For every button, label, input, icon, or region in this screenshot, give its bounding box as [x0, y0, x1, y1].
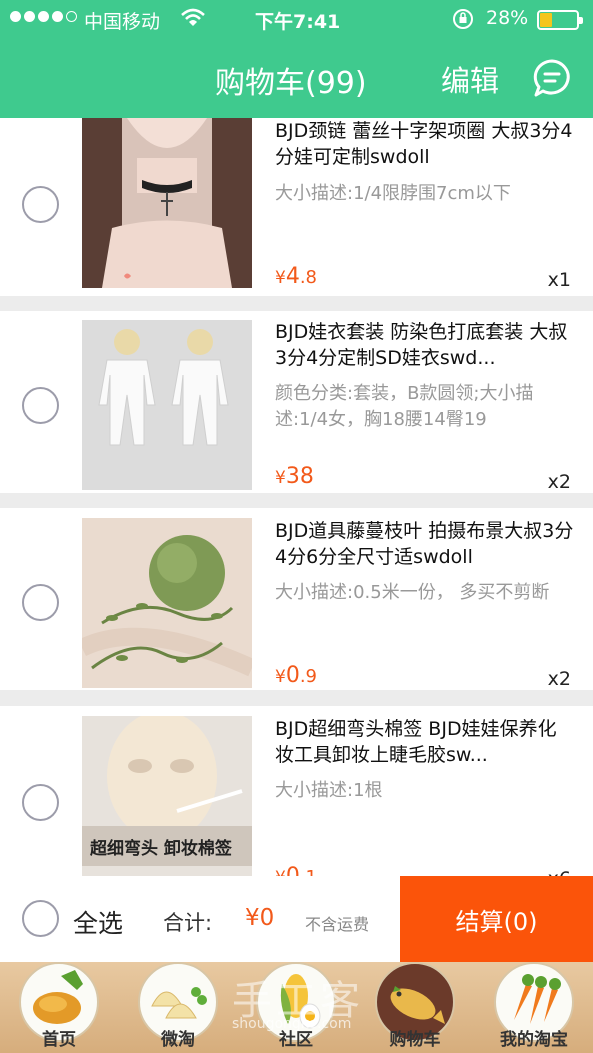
item-price: ¥0.9 [275, 663, 318, 688]
item-thumbnail[interactable] [82, 118, 252, 288]
item-price: ¥0.1 [275, 864, 317, 876]
cart-item[interactable]: 超细弯头 卸妆棉签 BJD超细弯头棉签 BJD娃娃保养化妆工具卸妆上睫毛胶sw.… [0, 706, 593, 876]
total-value: ¥0 [245, 905, 275, 931]
item-spec: 大小描述:1/4限脖围7cm以下 [275, 183, 511, 204]
item-price: ¥4.8 [275, 264, 318, 289]
top-bar: 中国移动 下午7:41 28% 购物车(99) 编辑 [0, 0, 593, 118]
rotation-lock-icon [453, 9, 473, 29]
select-all-label[interactable]: 全选 [73, 904, 123, 940]
vine-leaves-image [82, 518, 252, 688]
tab-cart[interactable]: 购物车 [356, 962, 474, 1053]
tab-label: 首页 [42, 1030, 76, 1050]
signal-strength-icon [10, 11, 77, 22]
tab-weitao[interactable]: 微淘 [119, 962, 237, 1053]
shipping-note: 不含运费 [305, 915, 370, 934]
item-spec: 大小描述:1根 [275, 780, 383, 801]
carrier-name: 中国移动 [84, 11, 161, 33]
clock: 下午7:41 [255, 11, 341, 33]
select-all-radio[interactable] [22, 900, 59, 937]
item-spec: 大小描述:0.5米一份， 多买不剪断 [275, 582, 550, 603]
item-select-radio[interactable] [22, 186, 59, 223]
status-bar: 中国移动 下午7:41 28% [0, 0, 593, 38]
item-quantity: x2 [547, 471, 571, 493]
cart-item[interactable]: BJD道具藤蔓枝叶 拍摄布景大叔3分4分6分全尺寸适swdoll 大小描述:0.… [0, 508, 593, 690]
total-label: 合计: [163, 911, 213, 935]
tab-community[interactable]: 社区 [237, 962, 355, 1053]
item-quantity: x6 [548, 868, 571, 876]
cart-item[interactable]: BJD颈链 蕾丝十字架项圈 大叔3分4分娃可定制swdoll 大小描述:1/4限… [0, 118, 593, 296]
wifi-icon [181, 8, 205, 26]
battery-percent: 28% [486, 7, 529, 29]
item-select-radio[interactable] [22, 584, 59, 621]
item-price: ¥38 [275, 464, 314, 489]
item-thumbnail[interactable] [82, 320, 252, 490]
tab-label: 社区 [279, 1030, 313, 1050]
edit-button[interactable]: 编辑 [441, 58, 499, 100]
chat-bubble-icon[interactable] [532, 58, 572, 98]
choker-doll-image [82, 118, 252, 288]
doll-outfit-image [82, 320, 252, 490]
item-title[interactable]: BJD娃衣套装 防染色打底套装 大叔3分4分定制SD娃衣swd... [275, 319, 575, 371]
checkout-button[interactable]: 结算(0) [400, 876, 593, 962]
item-title[interactable]: BJD颈链 蕾丝十字架项圈 大叔3分4分娃可定制swdoll [275, 118, 575, 170]
item-thumbnail[interactable]: 超细弯头 卸妆棉签 [82, 716, 252, 876]
tab-home[interactable]: 首页 [0, 962, 118, 1053]
checkout-bar: 全选 合计: ¥0 不含运费 结算(0) [0, 876, 593, 962]
image-caption: 超细弯头 卸妆棉签 [90, 839, 232, 859]
tab-label: 微淘 [161, 1030, 195, 1050]
item-title[interactable]: BJD道具藤蔓枝叶 拍摄布景大叔3分4分6分全尺寸适swdoll [275, 518, 575, 570]
item-select-radio[interactable] [22, 387, 59, 424]
tab-label: 购物车 [389, 1030, 441, 1050]
item-spec: 颜色分类:套装，B款圆领;大小描述:1/4女，胸18腰14臀19 [275, 383, 534, 430]
tab-my-taobao[interactable]: 我的淘宝 [475, 962, 593, 1053]
cart-item[interactable]: BJD娃衣套装 防染色打底套装 大叔3分4分定制SD娃衣swd... 颜色分类:… [0, 311, 593, 493]
item-thumbnail[interactable] [82, 518, 252, 688]
item-select-radio[interactable] [22, 784, 59, 821]
tab-bar: 首页 微淘 社区 购物车 我的淘宝 [0, 962, 593, 1053]
battery-icon [537, 10, 583, 30]
item-quantity: x1 [547, 269, 571, 291]
item-title[interactable]: BJD超细弯头棉签 BJD娃娃保养化妆工具卸妆上睫毛胶sw... [275, 716, 575, 768]
page-title: 购物车(99) [215, 66, 367, 101]
item-quantity: x2 [547, 668, 571, 690]
cart-list[interactable]: BJD颈链 蕾丝十字架项圈 大叔3分4分娃可定制swdoll 大小描述:1/4限… [0, 118, 593, 876]
tab-label: 我的淘宝 [500, 1030, 568, 1050]
